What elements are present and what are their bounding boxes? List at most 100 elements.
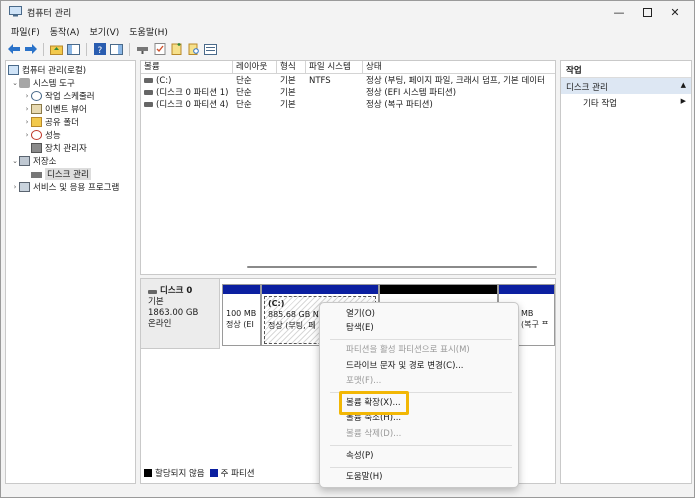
list-view-icon	[204, 43, 217, 55]
storage-icon	[19, 155, 30, 166]
new-item-button[interactable]	[169, 42, 184, 57]
forward-button[interactable]	[23, 42, 38, 57]
minimize-button[interactable]: —	[605, 1, 633, 23]
chevron-down-icon[interactable]: ⌄	[11, 79, 19, 87]
document-search-icon	[188, 43, 199, 55]
help-button[interactable]: ?	[92, 42, 107, 57]
show-hide-action-pane-button[interactable]	[109, 42, 124, 57]
disk-name: 디스크 0	[160, 286, 193, 296]
tree-item-system-tools[interactable]: ⌄ 시스템 도구	[11, 76, 75, 89]
actions-section-label: 디스크 관리	[566, 83, 608, 93]
rescan-button[interactable]	[186, 42, 201, 57]
extend-volume-highlight	[339, 391, 409, 415]
menu-format[interactable]: 포맷(F)...	[346, 375, 381, 388]
column-header-type[interactable]: 형식	[277, 61, 306, 74]
device-manager-icon	[31, 142, 42, 153]
file-system-cell	[306, 87, 363, 99]
tree-item-services-applications[interactable]: › 서비스 및 응용 프로그램	[11, 180, 119, 193]
chevron-right-icon[interactable]: ›	[23, 92, 31, 100]
back-arrow-icon	[7, 44, 20, 54]
menu-open[interactable]: 열기(O)	[346, 308, 375, 321]
drive-icon	[144, 78, 153, 83]
title-bar: 컴퓨터 관리 — ✕	[1, 1, 694, 23]
menu-view[interactable]: 보기(V)	[86, 23, 124, 40]
tree-item-label: 성능	[45, 130, 61, 141]
partition-bar	[380, 285, 497, 294]
menu-change-drive-letter[interactable]: 드라이브 문자 및 경로 변경(C)...	[346, 360, 464, 373]
column-header-layout[interactable]: 레이아웃	[233, 61, 277, 74]
tree-item-task-scheduler[interactable]: › 작업 스케줄러	[23, 89, 95, 102]
console-tree-icon	[67, 43, 80, 55]
menu-delete-volume[interactable]: 볼륨 삭제(D)...	[346, 428, 401, 441]
menu-help[interactable]: 도움말(H)	[346, 471, 382, 484]
actions-header: 작업	[561, 61, 691, 78]
tree-item-root[interactable]: 컴퓨터 관리(로컬)	[8, 63, 86, 76]
new-document-icon	[171, 43, 181, 55]
menu-help[interactable]: 도움말(H)	[125, 23, 172, 40]
column-header-status[interactable]: 상태	[363, 61, 555, 74]
menu-mark-active[interactable]: 파티션을 활성 파티션으로 표시(M)	[346, 344, 470, 357]
svg-text:?: ?	[97, 46, 102, 55]
tree-item-storage[interactable]: ⌄ 저장소	[11, 154, 56, 167]
file-system-cell: NTFS	[309, 76, 331, 86]
window-title: 컴퓨터 관리	[27, 9, 72, 19]
chevron-right-icon[interactable]: ›	[11, 183, 19, 191]
chevron-down-icon[interactable]: ⌄	[11, 157, 19, 165]
volume-name: (C:)	[156, 76, 172, 86]
close-button[interactable]: ✕	[661, 1, 689, 23]
menu-properties[interactable]: 속성(P)	[346, 450, 373, 463]
event-viewer-icon	[31, 103, 42, 114]
disk-info[interactable]: 디스크 0 기본 1863.00 GB 온라인	[141, 279, 220, 349]
toolbar-separator	[129, 42, 130, 56]
tree-item-event-viewer[interactable]: › 이벤트 뷰어	[23, 102, 87, 115]
status-cell: 정상 (부팅, 페이지 파일, 크래시 덤프, 기본 데이터	[366, 76, 545, 86]
column-header-volume[interactable]: 볼륨	[141, 61, 233, 74]
layout-cell: 단순	[236, 88, 252, 98]
back-button[interactable]	[6, 42, 21, 57]
show-hide-console-tree-button[interactable]	[66, 42, 81, 57]
up-folder-button[interactable]	[49, 42, 64, 57]
properties-button[interactable]	[152, 42, 167, 57]
menu-separator	[330, 467, 512, 468]
volume-cell: (디스크 0 파티션 1)	[141, 87, 233, 99]
disk-status: 온라인	[148, 319, 172, 329]
volume-name: (디스크 0 파티션 1)	[156, 88, 229, 98]
tree-item-device-manager[interactable]: 장치 관리자	[31, 141, 87, 154]
context-menu: 열기(O) 탐색(E) 파티션을 활성 파티션으로 표시(M) 드라이브 문자 …	[319, 302, 519, 488]
column-header-file-system[interactable]: 파일 시스템	[306, 61, 363, 74]
status-cell: 정상 (EFI 시스템 파티션)	[366, 88, 457, 98]
connect-button[interactable]	[135, 42, 150, 57]
menu-action[interactable]: 동작(A)	[46, 23, 84, 40]
toolbar-separator	[86, 42, 87, 56]
menu-file[interactable]: 파일(F)	[7, 23, 44, 40]
partition-efi[interactable]: 100 MB 정상 (EI	[222, 284, 261, 346]
legend-unallocated: 할당되지 않음	[155, 469, 205, 479]
layout-cell: 단순	[236, 100, 252, 110]
computer-management-window: 컴퓨터 관리 — ✕ 파일(F) 동작(A) 보기(V) 도움말(H) ? 컴퓨…	[0, 0, 695, 498]
tree-item-shared-folders[interactable]: › 공유 폴더	[23, 115, 79, 128]
shared-folder-icon	[31, 116, 42, 127]
type-cell: 기본	[280, 76, 296, 86]
drive-icon	[144, 90, 153, 95]
chevron-right-icon[interactable]: ›	[23, 105, 31, 113]
tree-item-disk-management[interactable]: 디스크 관리	[31, 167, 91, 180]
close-icon: ✕	[670, 5, 680, 19]
chevron-right-icon[interactable]: ›	[23, 118, 31, 126]
unallocated-swatch	[144, 469, 152, 477]
type-cell: 기본	[280, 88, 296, 98]
actions-section-disk-management[interactable]: 디스크 관리 ▲	[561, 78, 691, 94]
minimize-icon: —	[613, 5, 625, 19]
disk-name-row: 디스크 0	[148, 286, 219, 297]
services-icon	[19, 181, 30, 192]
volume-name: (디스크 0 파티션 4)	[156, 100, 229, 110]
tree-item-label: 이벤트 뷰어	[45, 104, 87, 115]
horizontal-scrollbar[interactable]	[247, 266, 537, 268]
actions-more[interactable]: 기타 작업 ▶	[561, 94, 691, 110]
chevron-right-icon[interactable]: ›	[23, 131, 31, 139]
tree-item-performance[interactable]: › 성능	[23, 128, 61, 141]
primary-swatch	[209, 469, 218, 477]
maximize-button[interactable]	[633, 1, 661, 23]
settings-view-button[interactable]	[203, 42, 218, 57]
volume-cell: (C:)	[141, 75, 233, 87]
menu-explore[interactable]: 탐색(E)	[346, 322, 374, 335]
